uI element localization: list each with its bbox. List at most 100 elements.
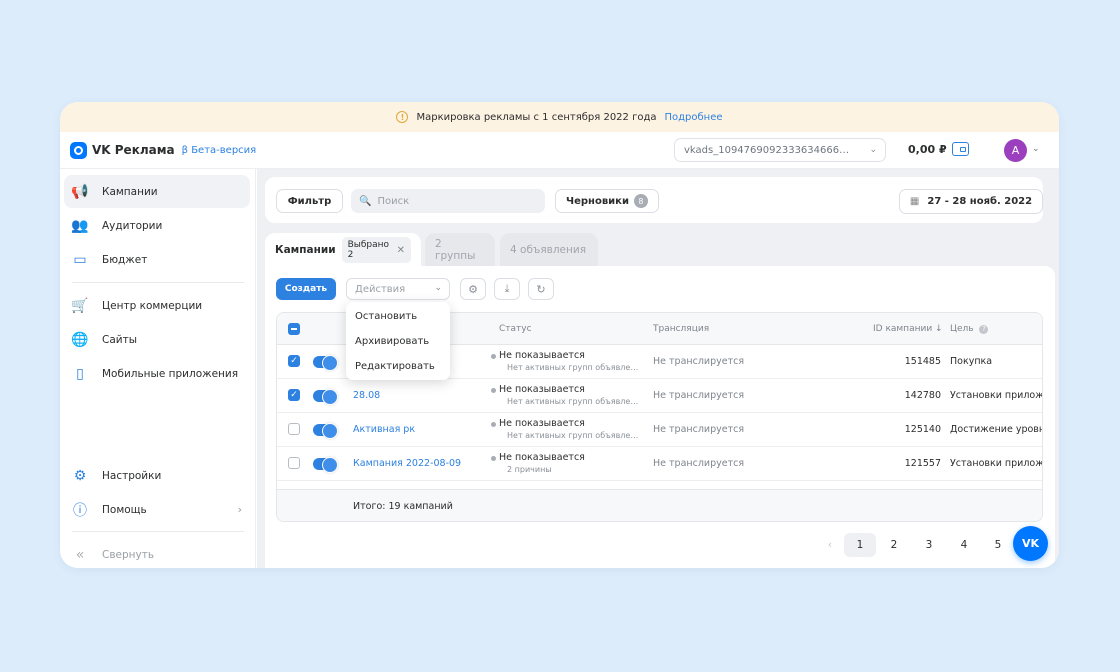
campaign-id: 121557 xyxy=(904,458,941,469)
banner-text: Маркировка рекламы с 1 сентября 2022 год… xyxy=(416,111,657,123)
search-input[interactable]: 🔍 Поиск xyxy=(351,189,545,213)
campaign-id: 151485 xyxy=(904,356,941,367)
page-1[interactable]: 1 xyxy=(844,533,876,557)
avatar[interactable]: A xyxy=(1004,139,1027,162)
drafts-button[interactable]: Черновики 8 xyxy=(555,189,659,213)
campaign-toggle[interactable] xyxy=(313,389,338,405)
sidebar-item-budget[interactable]: ▭ Бюджет xyxy=(64,243,250,276)
campaign-name[interactable]: 28.08 xyxy=(353,390,380,401)
sidebar-item-label: Сайты xyxy=(102,333,137,346)
row-checkbox[interactable] xyxy=(288,457,300,469)
collapse-icon: « xyxy=(75,546,85,563)
app-window: ! Маркировка рекламы с 1 сентября 2022 г… xyxy=(60,102,1059,568)
help-icon[interactable]: ? xyxy=(979,324,989,334)
close-icon[interactable]: ✕ xyxy=(397,245,405,256)
people-icon: 👥 xyxy=(71,217,89,234)
sidebar-item-sites[interactable]: 🌐 Сайты xyxy=(64,323,250,356)
campaign-name[interactable]: Кампания 2022-08-09 xyxy=(353,458,461,469)
wallet-icon[interactable] xyxy=(952,142,969,156)
main-area: Фильтр 🔍 Поиск Черновики 8 ▦ 27 - 28 ноя… xyxy=(257,169,1059,568)
sidebar-item-campaigns[interactable]: 📢 Кампании xyxy=(64,175,250,208)
beta-label[interactable]: β Бета-версия xyxy=(182,145,257,156)
status-text: Не показывается xyxy=(491,452,585,463)
tab-label: 2 группы xyxy=(435,238,476,262)
filter-button[interactable]: Фильтр xyxy=(276,189,343,213)
dropdown-item-archive[interactable]: Архивировать xyxy=(355,336,429,347)
chevron-down-icon[interactable]: ⌄ xyxy=(1032,144,1040,154)
actions-dropdown: Остановить Архивировать Редактировать xyxy=(346,302,450,380)
status-text: Не показывается xyxy=(491,384,585,395)
select-all-checkbox[interactable] xyxy=(288,323,300,335)
balance: 0,00 ₽ xyxy=(908,143,947,156)
table-row[interactable]: ✓ 28.08 Не показывается Нет активных гру… xyxy=(277,379,1043,413)
column-broadcast[interactable]: Трансляция xyxy=(653,324,709,334)
campaign-name[interactable]: Активная рк xyxy=(353,424,415,435)
campaign-goal: Установки приложения xyxy=(950,458,1043,469)
broadcast-text: Не транслируется xyxy=(653,458,745,469)
actions-select[interactable]: Действия ⌄ xyxy=(346,278,450,300)
page-2[interactable]: 2 xyxy=(878,533,910,557)
status-subtext: Нет активных групп объявлений xyxy=(507,397,640,406)
sidebar-item-label: Кампании xyxy=(102,185,158,198)
page-5[interactable]: 5 xyxy=(982,533,1014,557)
sidebar-item-settings[interactable]: ⚙ Настройки xyxy=(64,459,250,492)
account-select[interactable]: vkads_1094769092333634666523 ⌄ xyxy=(674,138,886,162)
page-3[interactable]: 3 xyxy=(913,533,945,557)
tab-campaigns[interactable]: Кампании Выбрано 2 ✕ xyxy=(265,233,421,267)
date-range-picker[interactable]: ▦ 27 - 28 нояб. 2022 xyxy=(899,189,1043,214)
info-icon: ! xyxy=(396,111,409,123)
column-status[interactable]: Статус xyxy=(499,324,532,334)
campaign-goal: Достижение уровня xyxy=(950,424,1043,435)
dropdown-item-stop[interactable]: Остановить xyxy=(355,311,417,322)
tab-groups[interactable]: 2 группы xyxy=(425,233,495,267)
total-count: Итого: 19 кампаний xyxy=(353,501,453,512)
vk-chat-button[interactable]: VK xyxy=(1013,526,1048,561)
announcement-banner: ! Маркировка рекламы с 1 сентября 2022 г… xyxy=(60,102,1059,132)
status-text: Не показывается xyxy=(491,418,585,429)
refresh-button[interactable]: ↻ xyxy=(528,278,554,300)
calendar-icon: ▦ xyxy=(909,196,920,207)
row-checkbox[interactable]: ✓ xyxy=(288,389,300,401)
sidebar-item-commerce[interactable]: 🛒 Центр коммерции xyxy=(64,289,250,322)
divider xyxy=(72,531,244,532)
status-text: Не показывается xyxy=(491,350,585,361)
search-placeholder: Поиск xyxy=(377,195,410,207)
logo[interactable]: VK Реклама β Бета-версия xyxy=(70,141,257,159)
campaign-toggle[interactable] xyxy=(313,355,338,371)
download-button[interactable]: ⤓ xyxy=(494,278,520,300)
settings-button[interactable]: ⚙ xyxy=(460,278,486,300)
banner-link[interactable]: Подробнее xyxy=(665,112,723,123)
filter-bar: Фильтр 🔍 Поиск Черновики 8 ▦ 27 - 28 ноя… xyxy=(265,177,1043,223)
drafts-count-badge: 8 xyxy=(633,194,648,208)
column-goal[interactable]: Цель ? xyxy=(950,324,989,334)
drafts-label: Черновики xyxy=(566,195,629,207)
table-row[interactable]: Кампания 2022-08-09 Не показывается 2 пр… xyxy=(277,447,1043,481)
page-4[interactable]: 4 xyxy=(948,533,980,557)
sidebar: 📢 Кампании 👥 Аудитории ▭ Бюджет 🛒 Центр … xyxy=(60,169,256,568)
campaign-goal: Установки приложения xyxy=(950,390,1043,401)
row-checkbox[interactable] xyxy=(288,423,300,435)
broadcast-text: Не транслируется xyxy=(653,390,745,401)
header: VK Реклама β Бета-версия vkads_109476909… xyxy=(60,132,1059,169)
sidebar-item-label: Свернуть xyxy=(102,548,155,561)
sidebar-item-mobile-apps[interactable]: ▯ Мобильные приложения xyxy=(64,357,250,390)
sidebar-collapse-button[interactable]: « Свернуть xyxy=(64,538,250,568)
campaign-toggle[interactable] xyxy=(313,457,338,473)
row-checkbox[interactable]: ✓ xyxy=(288,355,300,367)
campaign-toggle[interactable] xyxy=(313,423,338,439)
table-row[interactable]: Активная рк Не показывается Нет активных… xyxy=(277,413,1043,447)
dropdown-item-edit[interactable]: Редактировать xyxy=(355,361,435,372)
refresh-icon: ↻ xyxy=(536,282,546,296)
column-goal-label: Цель xyxy=(950,324,974,334)
create-button[interactable]: Создать xyxy=(276,278,336,300)
sidebar-item-label: Бюджет xyxy=(102,253,148,266)
chevron-down-icon: ⌄ xyxy=(434,283,442,293)
sidebar-item-help[interactable]: ⓘ Помощь › xyxy=(64,493,250,526)
selected-chip-label: Выбрано 2 xyxy=(347,240,390,260)
chevron-down-icon: ⌄ xyxy=(869,145,877,155)
sidebar-item-audiences[interactable]: 👥 Аудитории xyxy=(64,209,250,242)
tab-ads[interactable]: 4 объявления xyxy=(500,233,598,267)
prev-page-button[interactable]: ‹ xyxy=(814,533,846,557)
globe-icon: 🌐 xyxy=(71,331,89,348)
column-id[interactable]: ID кампании ↓ xyxy=(873,324,943,334)
